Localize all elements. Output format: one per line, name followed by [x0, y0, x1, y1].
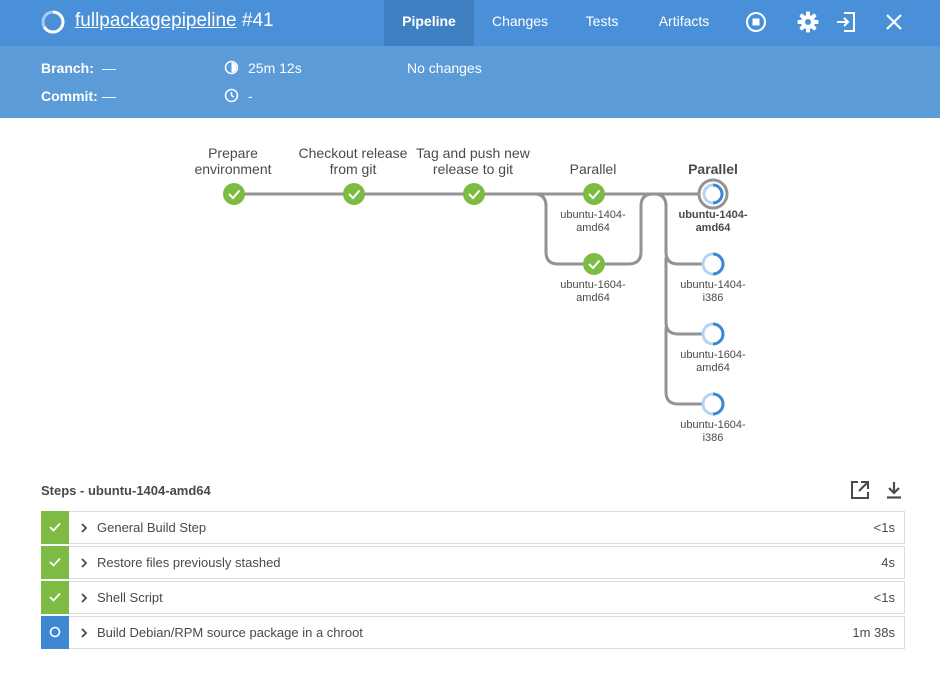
run-summary: Branch: — Commit: — 25m 12s - No changes	[0, 46, 940, 118]
ended-value: -	[248, 88, 253, 104]
duration-value: 25m 12s	[248, 60, 302, 76]
check-icon	[49, 557, 61, 567]
stage-node-prepare[interactable]	[223, 183, 245, 205]
branch-node-ubuntu-1404-amd64-a[interactable]	[583, 183, 605, 205]
changes-value: No changes	[407, 60, 482, 76]
download-icon[interactable]	[883, 479, 905, 501]
step-duration: 1m 38s	[852, 625, 895, 640]
branch-label-line: amd64	[576, 292, 610, 304]
check-icon	[49, 592, 61, 602]
branch-node-ubuntu-1604-amd64-b[interactable]	[701, 322, 725, 346]
branch-node-ubuntu-1604-amd64-a[interactable]	[583, 253, 605, 275]
branch-label-ubuntu-1404-amd64-selected[interactable]: ubuntu-1404- amd64	[663, 209, 763, 235]
step-name: Build Debian/RPM source package in a chr…	[97, 625, 363, 640]
chevron-right-icon[interactable]	[78, 556, 90, 570]
step-status-success	[41, 581, 69, 614]
branch-label-ubuntu-1604-amd64-a[interactable]: ubuntu-1604- amd64	[543, 279, 643, 305]
job-name-link[interactable]: fullpackagepipeline	[75, 10, 237, 31]
stage-node-tag-push[interactable]	[463, 183, 485, 205]
branch-label-line: ubuntu-1604-	[680, 349, 746, 361]
step-row[interactable]: Shell Script <1s	[41, 581, 905, 614]
step-duration: 4s	[881, 555, 895, 570]
branch-label-line: i386	[702, 432, 724, 444]
pipeline-graph: Prepare environment Checkout release fro…	[0, 118, 940, 458]
branch-label-line: ubuntu-1604-	[560, 279, 626, 291]
run-number: #41	[241, 10, 274, 31]
commit-value: —	[102, 88, 116, 104]
chevron-right-icon[interactable]	[78, 591, 90, 605]
step-row[interactable]: Build Debian/RPM source package in a chr…	[41, 616, 905, 649]
branch-label-ubuntu-1404-i386[interactable]: ubuntu-1404- i386	[663, 279, 763, 305]
step-row[interactable]: Restore files previously stashed 4s	[41, 546, 905, 579]
tab-pipeline[interactable]: Pipeline	[384, 0, 474, 46]
running-status-icon	[41, 10, 65, 34]
gear-icon[interactable]	[796, 10, 820, 34]
step-row[interactable]: General Build Step <1s	[41, 511, 905, 544]
branch-label-line: ubuntu-1604-	[680, 419, 746, 431]
step-status-success	[41, 511, 69, 544]
branch-node-ubuntu-1404-i386[interactable]	[701, 252, 725, 276]
top-bar: fullpackagepipeline #41 Pipeline Changes…	[0, 0, 940, 46]
branch-label-line: amd64	[696, 362, 730, 374]
branch-value: —	[102, 60, 116, 76]
chevron-right-icon[interactable]	[78, 626, 90, 640]
stage-label-line: Tag and push new	[416, 145, 530, 161]
running-icon	[49, 626, 61, 638]
exit-icon[interactable]	[834, 10, 858, 34]
step-duration: <1s	[873, 590, 895, 605]
branch-label-ubuntu-1404-amd64-a[interactable]: ubuntu-1404- amd64	[543, 209, 643, 235]
step-duration: <1s	[873, 520, 895, 535]
branch-label: Branch:	[41, 60, 94, 76]
step-name: Shell Script	[97, 590, 163, 605]
commit-label: Commit:	[41, 88, 98, 104]
branch-label-line: amd64	[576, 222, 610, 234]
step-status-success	[41, 546, 69, 579]
step-status-running	[41, 616, 69, 649]
stage-label-parallel-2[interactable]: Parallel	[638, 161, 788, 177]
tab-tests[interactable]: Tests	[574, 0, 630, 46]
step-name: Restore files previously stashed	[97, 555, 281, 570]
branch-label-line: amd64	[695, 222, 731, 234]
steps-title: Steps - ubuntu-1404-amd64	[41, 483, 211, 498]
stop-icon[interactable]	[744, 10, 768, 34]
branch-label-line: ubuntu-1404-	[680, 279, 746, 291]
clock-icon	[224, 88, 239, 103]
duration-icon	[224, 60, 239, 75]
branch-label-ubuntu-1604-i386[interactable]: ubuntu-1604- i386	[663, 419, 763, 445]
branch-label-ubuntu-1604-amd64-b[interactable]: ubuntu-1604- amd64	[663, 349, 763, 375]
close-icon[interactable]	[882, 10, 906, 34]
open-external-icon[interactable]	[849, 479, 871, 501]
check-icon	[49, 522, 61, 532]
tab-artifacts[interactable]: Artifacts	[644, 0, 724, 46]
branch-label-line: i386	[702, 292, 724, 304]
tab-changes[interactable]: Changes	[480, 0, 560, 46]
branch-label-line: ubuntu-1404-	[560, 209, 626, 221]
chevron-right-icon[interactable]	[78, 521, 90, 535]
stage-node-checkout[interactable]	[343, 183, 365, 205]
stage-label-line: Parallel	[688, 161, 738, 177]
branch-node-ubuntu-1404-amd64-selected[interactable]	[697, 178, 729, 210]
branch-label-line: ubuntu-1404-	[678, 209, 748, 221]
step-name: General Build Step	[97, 520, 207, 535]
run-title: fullpackagepipeline #41	[75, 10, 274, 32]
branch-node-ubuntu-1604-i386[interactable]	[701, 392, 725, 416]
